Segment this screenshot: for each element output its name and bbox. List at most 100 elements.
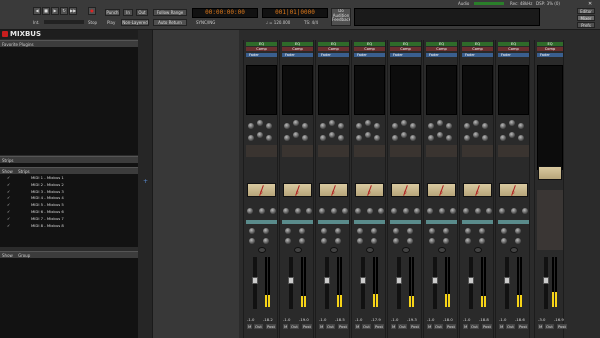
bus-send-strip[interactable]	[282, 220, 313, 224]
plugin-box[interactable]	[390, 65, 421, 115]
fader-handle[interactable]	[504, 277, 510, 285]
eq-knob[interactable]	[482, 135, 488, 141]
send-knob[interactable]	[321, 228, 327, 234]
volume-fader[interactable]	[288, 257, 294, 309]
bus-send-strip[interactable]	[354, 220, 385, 224]
fader-handle[interactable]	[468, 277, 474, 285]
comp-knob[interactable]	[259, 208, 265, 214]
favorite-plugins-list[interactable]	[0, 47, 138, 155]
gain-value[interactable]: -1.0	[391, 317, 398, 322]
eq-knob[interactable]	[410, 123, 416, 129]
strip-visible-checkbox[interactable]: ✓	[7, 189, 10, 195]
comp-knob[interactable]	[319, 208, 325, 214]
eq-knob[interactable]	[401, 132, 407, 138]
comp-knob[interactable]	[450, 208, 456, 214]
send-knob[interactable]	[371, 238, 377, 244]
send-knob[interactable]	[393, 238, 399, 244]
eq-knob[interactable]	[248, 123, 254, 129]
eq-knob[interactable]	[509, 132, 515, 138]
strip-visible-checkbox[interactable]: ✓	[7, 182, 10, 188]
send-knob[interactable]	[285, 238, 291, 244]
send-knob[interactable]	[321, 238, 327, 244]
strip-list-item[interactable]: ✓ MIDI 5 - Mixbus 5	[7, 202, 64, 208]
comp-knob[interactable]	[295, 208, 301, 214]
shuttle-slider[interactable]	[44, 20, 84, 24]
comp-plugin-button[interactable]: Comp	[282, 47, 313, 51]
comp-plugin-button[interactable]: Comp	[426, 47, 457, 51]
comp-knob[interactable]	[355, 208, 361, 214]
send-knob[interactable]	[249, 238, 255, 244]
fader-plugin-button[interactable]: Fader	[318, 53, 349, 57]
auto-return-button[interactable]: Auto Return	[153, 19, 187, 26]
transport-record-button[interactable]: ●	[88, 7, 96, 15]
peak-value[interactable]: -18.6	[515, 317, 525, 322]
comp-plugin-button[interactable]: Comp	[246, 47, 277, 51]
eq-plugin-button[interactable]: EQ	[426, 42, 457, 46]
strip-list-item[interactable]: ✓ MIDI 1 - Mixbus 1	[7, 175, 64, 181]
output-button[interactable]: Out	[254, 324, 263, 329]
transport-stop-button[interactable]: ■	[42, 7, 50, 15]
pan-knob[interactable]	[294, 247, 302, 253]
pane-divider-handle-icon[interactable]: +	[143, 178, 148, 185]
strip-list-item[interactable]: ✓ MIDI 3 - Mixbus 3	[7, 189, 64, 195]
send-knob[interactable]	[501, 238, 507, 244]
send-knob[interactable]	[429, 238, 435, 244]
volume-fader[interactable]	[324, 257, 330, 309]
send-knob[interactable]	[263, 238, 269, 244]
plugin-box[interactable]	[318, 65, 349, 115]
eq-knob[interactable]	[482, 123, 488, 129]
send-knob[interactable]	[357, 228, 363, 234]
comp-knob[interactable]	[367, 208, 373, 214]
plugin-box[interactable]	[282, 65, 313, 115]
send-knob[interactable]	[479, 228, 485, 234]
plugin-box[interactable]	[354, 65, 385, 115]
eq-knob[interactable]	[374, 123, 380, 129]
eq-knob[interactable]	[329, 120, 335, 126]
comp-knob[interactable]	[306, 208, 312, 214]
send-knob[interactable]	[335, 238, 341, 244]
gain-value[interactable]: -1.0	[283, 317, 290, 322]
strip-list-item[interactable]: ✓ MIDI 6 - Mixbus 6	[7, 209, 64, 215]
comp-knob[interactable]	[342, 208, 348, 214]
plugin-box[interactable]	[462, 65, 493, 115]
mute-button[interactable]: M	[538, 324, 544, 329]
pan-knob[interactable]	[402, 247, 410, 253]
strip-list-item[interactable]: ✓ MIDI 4 - Mixbus 4	[7, 195, 64, 201]
comp-plugin-button[interactable]: Comp	[354, 47, 385, 51]
fader-handle[interactable]	[396, 277, 402, 285]
eq-knob[interactable]	[266, 123, 272, 129]
send-knob[interactable]	[515, 238, 521, 244]
comp-plugin-button[interactable]: Comp	[318, 47, 349, 51]
fader-plugin-button[interactable]: Fader	[390, 53, 421, 57]
mute-button[interactable]: M	[355, 324, 361, 329]
fader-handle[interactable]	[432, 277, 438, 285]
eq-knob[interactable]	[518, 135, 524, 141]
strip-list-item[interactable]: ✓ MIDI 2 - Mixbus 2	[7, 182, 64, 188]
volume-fader[interactable]	[432, 257, 438, 309]
pan-knob[interactable]	[438, 247, 446, 253]
eq-knob[interactable]	[446, 135, 452, 141]
output-button[interactable]: Out	[398, 324, 407, 329]
send-knob[interactable]	[443, 238, 449, 244]
eq-knob[interactable]	[365, 132, 371, 138]
send-knob[interactable]	[357, 238, 363, 244]
eq-knob[interactable]	[437, 132, 443, 138]
comp-knob[interactable]	[414, 208, 420, 214]
eq-knob[interactable]	[320, 135, 326, 141]
strip-visible-checkbox[interactable]: ✓	[7, 202, 10, 208]
plugin-box[interactable]	[246, 65, 277, 115]
eq-knob[interactable]	[464, 135, 470, 141]
comp-plugin-button[interactable]: Comp	[462, 47, 493, 51]
comp-knob[interactable]	[463, 208, 469, 214]
peak-value[interactable]: -18.5	[335, 317, 345, 322]
output-button[interactable]: Out	[470, 324, 479, 329]
groups-list[interactable]	[0, 258, 138, 338]
comp-knob[interactable]	[378, 208, 384, 214]
eq-knob[interactable]	[293, 132, 299, 138]
post-button[interactable]: Post	[338, 324, 348, 329]
comp-knob[interactable]	[511, 208, 517, 214]
post-button[interactable]: Post	[374, 324, 384, 329]
eq-knob[interactable]	[518, 123, 524, 129]
post-button[interactable]: Post	[518, 324, 528, 329]
pan-knob[interactable]	[330, 247, 338, 253]
